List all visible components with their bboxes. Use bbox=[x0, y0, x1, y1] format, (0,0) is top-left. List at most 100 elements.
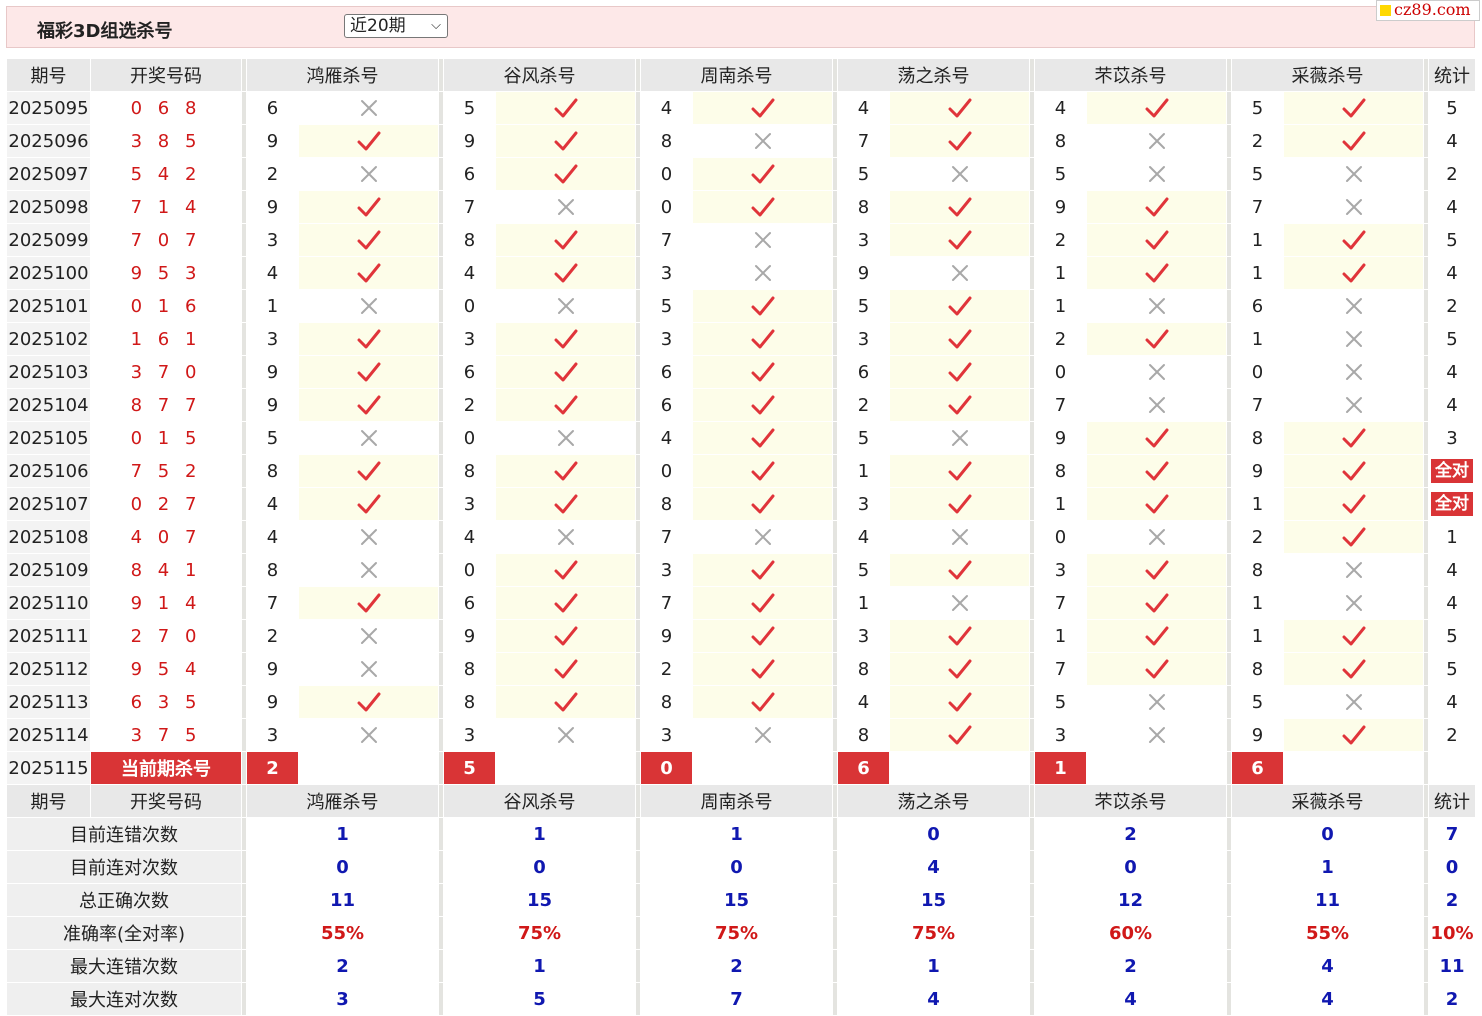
summary-value: 2 bbox=[1034, 817, 1227, 851]
summary-value: 75% bbox=[640, 916, 833, 950]
kill-pick-cell: 9 bbox=[1231, 454, 1284, 488]
kill-pick-cell: 4 bbox=[443, 520, 496, 554]
check-icon bbox=[889, 91, 1030, 125]
kill-pick-cell: 3 bbox=[837, 619, 890, 653]
kill-pick-cell: 9 bbox=[640, 619, 693, 653]
kill-pick-cell: 9 bbox=[246, 124, 299, 158]
kill-pick-cell: 7 bbox=[1034, 388, 1087, 422]
current-period-row: 2025115 当前期杀号 2 5 0 6 1 6 bbox=[6, 751, 1476, 785]
check-icon bbox=[495, 553, 636, 587]
kill-pick-cell: 8 bbox=[1231, 553, 1284, 587]
check-icon bbox=[495, 454, 636, 488]
draw-number-cell: 5 4 2 bbox=[90, 157, 242, 191]
draw-number-cell: 7 5 2 bbox=[90, 454, 242, 488]
summary-stat: 11 bbox=[1428, 949, 1476, 983]
draw-number-cell: 7 0 7 bbox=[90, 223, 242, 257]
summary-value: 2 bbox=[640, 949, 833, 983]
summary-value: 0 bbox=[1034, 850, 1227, 884]
summary-label: 总正确次数 bbox=[6, 883, 242, 917]
kill-pick-cell: 2 bbox=[640, 652, 693, 686]
draw-number-cell: 3 7 5 bbox=[90, 718, 242, 752]
check-icon bbox=[889, 388, 1030, 422]
stat-cell: 3 bbox=[1428, 421, 1476, 455]
draw-number-cell: 2 7 0 bbox=[90, 619, 242, 653]
site-logo[interactable]: cz89.com bbox=[1376, 0, 1480, 21]
period-cell: 2025107 bbox=[6, 487, 91, 521]
period-cell: 2025115 bbox=[6, 751, 91, 785]
summary-stat: 0 bbox=[1428, 850, 1476, 884]
draw-number-cell: 0 2 7 bbox=[90, 487, 242, 521]
kill-pick-cell: 0 bbox=[640, 190, 693, 224]
period-range-select[interactable]: 近20期 ⌵ bbox=[344, 14, 448, 38]
check-icon bbox=[889, 553, 1030, 587]
kill-pick-cell: 9 bbox=[1034, 421, 1087, 455]
stat-cell: 4 bbox=[1428, 355, 1476, 389]
current-kill-number: 1 bbox=[1034, 751, 1087, 785]
kill-pick-cell: 4 bbox=[246, 256, 299, 290]
table-row: 2025111 2 7 02 9 9 3 1 1 5 bbox=[6, 619, 1476, 653]
kill-pick-cell: 3 bbox=[837, 223, 890, 257]
stat-cell: 4 bbox=[1428, 685, 1476, 719]
summary-value: 4 bbox=[837, 982, 1030, 1016]
period-cell: 2025101 bbox=[6, 289, 91, 323]
kill-pick-cell: 1 bbox=[246, 289, 299, 323]
summary-value: 15 bbox=[443, 883, 636, 917]
kill-pick-cell: 0 bbox=[640, 454, 693, 488]
stat-cell: 5 bbox=[1428, 322, 1476, 356]
column-method-header: 鸿雁杀号 bbox=[246, 58, 439, 92]
empty-cell bbox=[298, 751, 439, 785]
check-icon bbox=[692, 289, 833, 323]
kill-pick-cell: 2 bbox=[443, 388, 496, 422]
period-cell: 2025102 bbox=[6, 322, 91, 356]
kill-pick-cell: 5 bbox=[837, 553, 890, 587]
table-row: 2025097 5 4 22605552 bbox=[6, 157, 1476, 191]
draw-number-cell: 9 5 3 bbox=[90, 256, 242, 290]
kill-pick-cell: 8 bbox=[1034, 124, 1087, 158]
draw-number-cell: 1 6 1 bbox=[90, 322, 242, 356]
draw-number-cell: 7 1 4 bbox=[90, 190, 242, 224]
check-icon bbox=[495, 91, 636, 125]
period-range-value: 近20期 bbox=[350, 16, 406, 36]
check-icon bbox=[495, 685, 636, 719]
draw-number-cell: 0 1 6 bbox=[90, 289, 242, 323]
summary-value: 11 bbox=[1231, 883, 1424, 917]
cross-icon bbox=[1283, 190, 1424, 224]
cross-icon bbox=[889, 520, 1030, 554]
empty-cell bbox=[1086, 751, 1227, 785]
kill-pick-cell: 6 bbox=[246, 91, 299, 125]
check-icon bbox=[298, 586, 439, 620]
check-icon bbox=[692, 157, 833, 191]
cross-icon bbox=[1283, 355, 1424, 389]
cross-icon bbox=[1086, 520, 1227, 554]
kill-pick-cell: 8 bbox=[443, 454, 496, 488]
kill-pick-cell: 8 bbox=[837, 718, 890, 752]
kill-pick-cell: 3 bbox=[443, 718, 496, 752]
kill-pick-cell: 8 bbox=[246, 553, 299, 587]
kill-pick-cell: 5 bbox=[837, 289, 890, 323]
kill-pick-cell: 3 bbox=[1034, 553, 1087, 587]
kill-pick-cell: 1 bbox=[1231, 586, 1284, 620]
check-icon bbox=[1086, 487, 1227, 521]
cross-icon bbox=[1283, 322, 1424, 356]
kill-pick-cell: 1 bbox=[1231, 256, 1284, 290]
current-kill-label: 当前期杀号 bbox=[90, 751, 242, 785]
summary-row: 准确率(全对率) 55% 75% 75% 75% 60% 55% 10% bbox=[6, 916, 1476, 950]
cross-icon bbox=[692, 223, 833, 257]
check-icon bbox=[692, 388, 833, 422]
draw-number-cell: 3 7 0 bbox=[90, 355, 242, 389]
draw-number-cell: 8 7 7 bbox=[90, 388, 242, 422]
kill-pick-cell: 4 bbox=[640, 91, 693, 125]
draw-number-cell: 3 8 5 bbox=[90, 124, 242, 158]
cross-icon bbox=[1086, 685, 1227, 719]
kill-pick-cell: 7 bbox=[1231, 388, 1284, 422]
kill-pick-cell: 8 bbox=[246, 454, 299, 488]
column-stat-header: 统计 bbox=[1428, 58, 1476, 92]
kill-pick-cell: 4 bbox=[837, 91, 890, 125]
kill-pick-cell: 9 bbox=[246, 652, 299, 686]
summary-value: 0 bbox=[1231, 817, 1424, 851]
check-icon bbox=[1283, 124, 1424, 158]
kill-pick-cell: 7 bbox=[640, 223, 693, 257]
check-icon bbox=[692, 553, 833, 587]
stat-cell: 5 bbox=[1428, 652, 1476, 686]
check-icon bbox=[1086, 256, 1227, 290]
